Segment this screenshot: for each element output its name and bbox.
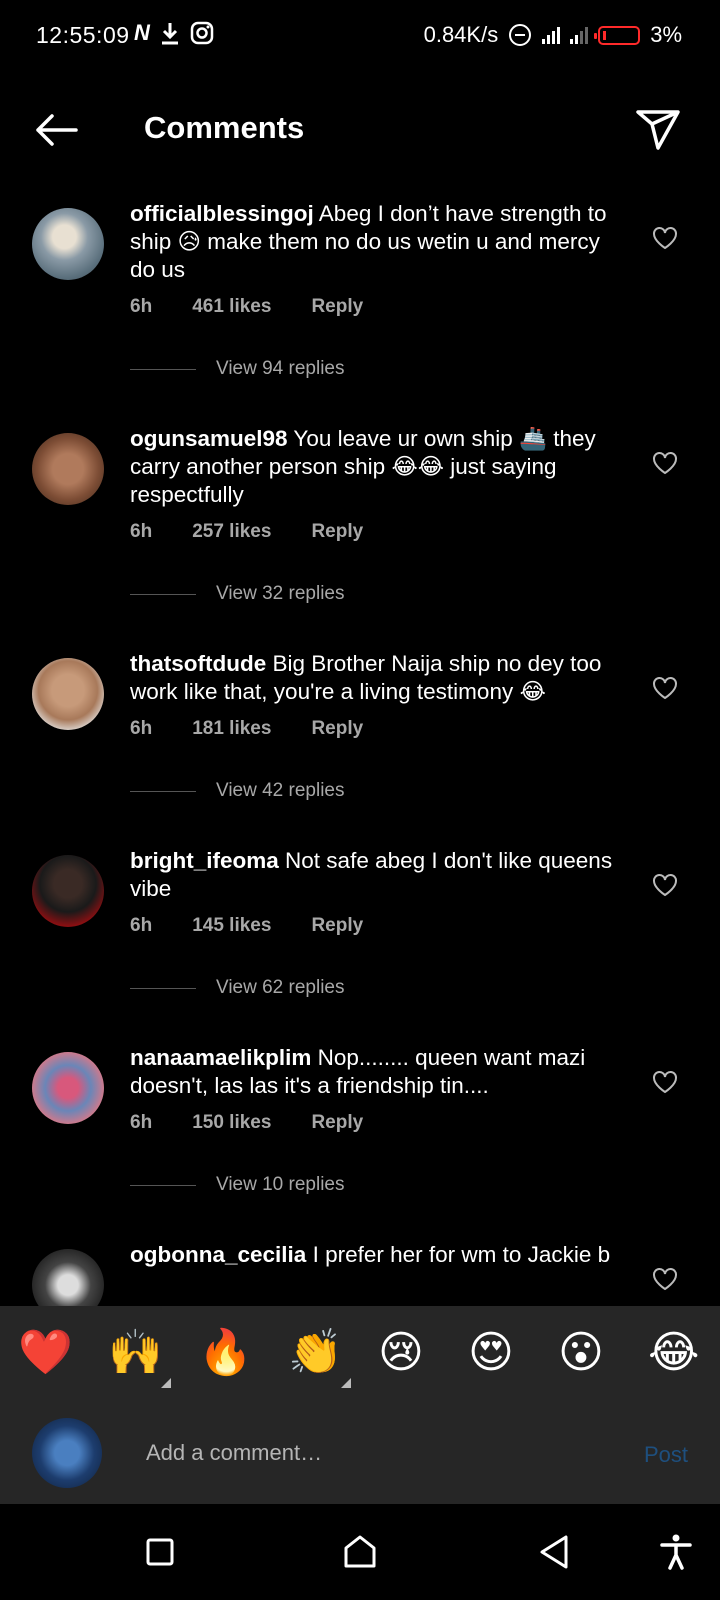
heart-icon[interactable]	[652, 451, 678, 475]
view-replies-label: View 42 replies	[216, 780, 345, 801]
comment-username[interactable]: nanaamaelikplim	[130, 1045, 311, 1070]
emoji-raised-hands[interactable]: 🙌	[108, 1328, 163, 1378]
emoji-quick-bar: ❤️ 🙌 🔥 👏 😢 😍 😮 😂	[0, 1306, 720, 1404]
emoji-surprised[interactable]: 😮	[558, 1328, 604, 1378]
comment-age: 6h	[130, 296, 153, 317]
divider	[130, 593, 196, 595]
view-replies-button[interactable]: View 94 replies	[130, 358, 345, 380]
divider	[130, 368, 196, 370]
view-replies-label: View 62 replies	[216, 977, 345, 998]
back-arrow-icon[interactable]	[32, 110, 80, 150]
download-icon	[161, 23, 178, 45]
accessibility-icon[interactable]	[656, 1532, 696, 1572]
comment-age: 6h	[130, 1112, 153, 1133]
divider	[130, 1184, 196, 1186]
avatar[interactable]	[32, 433, 104, 505]
view-replies-button[interactable]: View 32 replies	[130, 583, 345, 605]
reply-button[interactable]: Reply	[311, 521, 363, 543]
view-replies-label: View 32 replies	[216, 583, 345, 604]
comment-text: I prefer her for wm to Jackie b	[312, 1242, 611, 1267]
comment-input[interactable]	[144, 1432, 608, 1474]
battery-percent: 3%	[650, 22, 682, 47]
avatar[interactable]	[32, 855, 104, 927]
header: Comments	[0, 90, 720, 168]
comment-username[interactable]: officialblessingoj	[130, 201, 314, 226]
heart-icon[interactable]	[652, 676, 678, 700]
view-replies-label: View 10 replies	[216, 1174, 345, 1195]
avatar[interactable]	[32, 1249, 104, 1306]
signal-icon	[542, 26, 561, 44]
comment-age: 6h	[130, 915, 153, 936]
view-replies-button[interactable]: View 62 replies	[130, 977, 345, 999]
comment-age: 6h	[130, 521, 153, 542]
comment-composer: Post	[0, 1404, 720, 1504]
status-bar: 12:55:09 N 0.84K/s 3%	[0, 0, 720, 72]
avatar[interactable]	[32, 208, 104, 280]
reply-button[interactable]: Reply	[311, 1112, 363, 1134]
comment-likes[interactable]: 461 likes	[192, 296, 271, 318]
emoji-clap[interactable]: 👏	[288, 1328, 343, 1378]
send-icon[interactable]	[634, 106, 682, 152]
instagram-icon	[190, 21, 214, 45]
avatar[interactable]	[32, 658, 104, 730]
dnd-icon	[509, 24, 532, 46]
reply-button[interactable]: Reply	[311, 915, 363, 937]
emoji-heart-eyes[interactable]: 😍	[468, 1328, 514, 1378]
emoji-fire[interactable]: 🔥	[198, 1328, 253, 1378]
variant-indicator-icon	[161, 1378, 171, 1388]
signal-icon	[570, 26, 589, 44]
n-icon: N	[134, 20, 150, 45]
battery-icon	[594, 25, 641, 45]
heart-icon[interactable]	[652, 226, 678, 250]
emoji-laughing[interactable]: 😂	[648, 1328, 699, 1378]
heart-icon[interactable]	[652, 1267, 678, 1291]
comment-age: 6h	[130, 718, 153, 739]
comment-username[interactable]: bright_ifeoma	[130, 848, 279, 873]
heart-icon[interactable]	[652, 1070, 678, 1094]
comment-username[interactable]: thatsoftdude	[130, 651, 266, 676]
emoji-crying[interactable]: 😢	[378, 1328, 424, 1378]
divider	[130, 987, 196, 989]
page-title: Comments	[144, 110, 305, 145]
comment-likes[interactable]: 145 likes	[192, 915, 271, 937]
emoji-heart[interactable]: ❤️	[18, 1328, 73, 1378]
comment-likes[interactable]: 181 likes	[192, 718, 271, 740]
clock: 12:55:09	[36, 22, 130, 48]
home-icon[interactable]	[340, 1532, 380, 1572]
comment-likes[interactable]: 257 likes	[192, 521, 271, 543]
my-avatar	[32, 1418, 102, 1488]
divider	[130, 790, 196, 792]
avatar[interactable]	[32, 1052, 104, 1124]
net-speed: 0.84K/s	[423, 22, 499, 47]
comment-item: ogbonna_cecilia I prefer her for wm to J…	[0, 1241, 720, 1306]
recents-icon[interactable]	[140, 1532, 180, 1572]
reply-button[interactable]: Reply	[311, 718, 363, 740]
comment-username[interactable]: ogbonna_cecilia	[130, 1242, 306, 1267]
reply-button[interactable]: Reply	[311, 296, 363, 318]
comment-likes[interactable]: 150 likes	[192, 1112, 271, 1134]
post-button[interactable]: Post	[644, 1442, 688, 1468]
view-replies-button[interactable]: View 42 replies	[130, 780, 345, 802]
variant-indicator-icon	[341, 1378, 351, 1388]
view-replies-label: View 94 replies	[216, 358, 345, 379]
view-replies-button[interactable]: View 10 replies	[130, 1174, 345, 1196]
system-nav-bar	[0, 1504, 720, 1600]
heart-icon[interactable]	[652, 873, 678, 897]
back-icon[interactable]	[536, 1532, 576, 1572]
comment-username[interactable]: ogunsamuel98	[130, 426, 288, 451]
